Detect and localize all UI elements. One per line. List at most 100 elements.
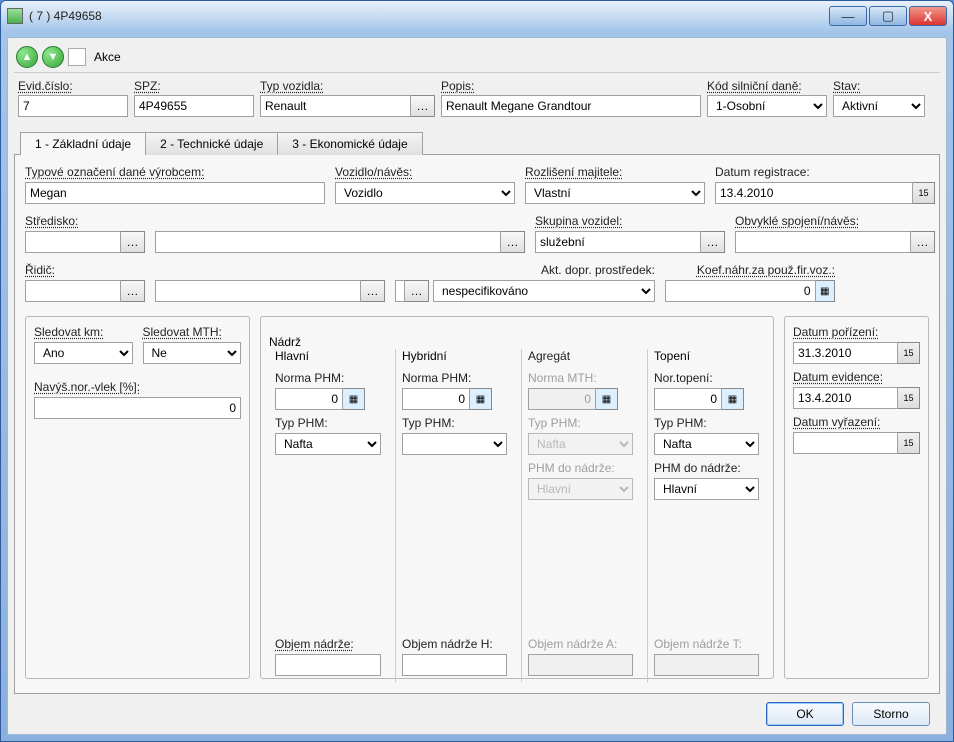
ok-button[interactable]: OK [766, 702, 844, 726]
obvykle-label: Obvyklé spojení/návěs: [735, 214, 935, 228]
ridic-lookup-button[interactable]: … [121, 280, 145, 302]
hlavni-objem-label: Objem nádrže: [275, 637, 381, 651]
typove-field[interactable] [25, 182, 325, 204]
stredisko-lookup-button[interactable]: … [121, 231, 145, 253]
hlavni-objem-field[interactable] [275, 654, 381, 676]
calendar-icon[interactable]: 15 [898, 432, 920, 454]
skupina-lookup-button[interactable]: … [701, 231, 725, 253]
navys-label: Navýš.nor.-vlek [%]: [34, 380, 241, 394]
evid-field[interactable] [18, 95, 128, 117]
aktdopr-label: Akt. dopr. prostředek: [395, 263, 655, 277]
nadrz-topeni-col: Topení Nor.topení: ▦ Typ PHM: Nafta PHM … [647, 349, 765, 682]
sledovat-mth-label: Sledovat MTH: [143, 325, 242, 339]
rozliseni-select[interactable]: Vlastní [525, 182, 705, 204]
obvykle-field[interactable] [735, 231, 911, 253]
app-icon [7, 8, 23, 24]
spz-field[interactable] [134, 95, 254, 117]
hlavni-norma-label: Norma PHM: [275, 371, 381, 385]
skupina-label: Skupina vozidel: [535, 214, 725, 228]
calc-icon[interactable]: ▦ [722, 388, 744, 410]
button-bar: OK Storno [14, 694, 940, 730]
stredisko-text-field[interactable] [155, 231, 501, 253]
hybrid-typ-select[interactable] [402, 433, 507, 455]
content-area: ▲ ▼ Akce Evid.číslo: SPZ: Typ vozidla: … [7, 37, 947, 735]
calendar-icon[interactable]: 15 [898, 342, 920, 364]
typ-label: Typ vozidla: [260, 79, 435, 93]
topeni-typ-select[interactable]: Nafta [654, 433, 759, 455]
titlebar: ( 7 ) 4P49658 — ▢ X [1, 1, 953, 31]
nadrz-agregat-col: Agregát Norma MTH: ▦ Typ PHM: Nafta PHM … [521, 349, 639, 682]
hybrid-typ-label: Typ PHM: [402, 416, 507, 430]
aktdopr-select[interactable]: nespecifikováno [433, 280, 655, 302]
sledovat-mth-select[interactable]: Ne [143, 342, 242, 364]
header-fields: Evid.číslo: SPZ: Typ vozidla: … Popis: K… [14, 79, 940, 117]
aktdopr-code-field[interactable] [395, 280, 405, 302]
agregat-typ-select: Nafta [528, 433, 633, 455]
topeni-objem-field [654, 654, 759, 676]
typove-label: Typové označení dané výrobcem: [25, 165, 325, 179]
calc-icon: ▦ [596, 388, 618, 410]
koef-field[interactable] [665, 280, 816, 302]
stredisko-code-field[interactable] [25, 231, 121, 253]
calc-icon[interactable]: ▦ [816, 280, 835, 302]
tab-zakladni[interactable]: 1 - Základní údaje [20, 132, 146, 155]
topeni-norma-field[interactable] [654, 388, 722, 410]
dan-select[interactable]: 1-Osobní [707, 95, 827, 117]
nadrz-legend: Nádrž [269, 335, 301, 349]
agregat-phmdo-select: Hlavní [528, 478, 633, 500]
nav-up-icon[interactable]: ▲ [16, 46, 38, 68]
evidence-field[interactable] [793, 387, 898, 409]
calc-icon[interactable]: ▦ [470, 388, 492, 410]
nav-down-icon[interactable]: ▼ [42, 46, 64, 68]
ridic-text-field[interactable] [155, 280, 361, 302]
popis-field[interactable] [441, 95, 701, 117]
sledovat-km-select[interactable]: Ano [34, 342, 133, 364]
typ-field[interactable] [260, 95, 411, 117]
aktdopr-lookup-button[interactable]: … [405, 280, 429, 302]
vyrazeni-field[interactable] [793, 432, 898, 454]
stredisko-text-lookup-button[interactable]: … [501, 231, 525, 253]
navys-field[interactable] [34, 397, 241, 419]
agregat-typ-label: Typ PHM: [528, 416, 633, 430]
storno-button[interactable]: Storno [852, 702, 930, 726]
minimize-button[interactable]: — [829, 6, 867, 26]
datreg-field[interactable] [715, 182, 913, 204]
nadrz-topeni-title: Topení [654, 349, 759, 363]
hybrid-norma-field[interactable] [402, 388, 470, 410]
tab-ekonomicke[interactable]: 3 - Ekonomické údaje [277, 132, 422, 155]
tab-technicke[interactable]: 2 - Technické údaje [145, 132, 278, 155]
calendar-icon[interactable]: 15 [913, 182, 935, 204]
calc-icon[interactable]: ▦ [343, 388, 365, 410]
ridic-code-field[interactable] [25, 280, 121, 302]
obvykle-lookup-button[interactable]: … [911, 231, 935, 253]
nadrz-hybrid-title: Hybridní [402, 349, 507, 363]
calendar-icon[interactable]: 15 [898, 387, 920, 409]
hlavni-typ-select[interactable]: Nafta [275, 433, 381, 455]
datreg-label: Datum registrace: [715, 165, 935, 179]
voznaves-select[interactable]: Vozidlo [335, 182, 515, 204]
tabstrip: 1 - Základní údaje 2 - Technické údaje 3… [14, 131, 940, 154]
tracking-group: Sledovat km: Ano Sledovat MTH: Ne Navýš.… [25, 316, 250, 679]
topeni-objem-label: Objem nádrže T: [654, 637, 759, 651]
agregat-objem-field [528, 654, 633, 676]
hybrid-objem-field[interactable] [402, 654, 507, 676]
close-button[interactable]: X [909, 6, 947, 26]
nadrz-hlavni-col: Hlavní Norma PHM: ▦ Typ PHM: Nafta [269, 349, 387, 682]
vyrazeni-label: Datum vyřazení: [793, 415, 920, 429]
typ-lookup-button[interactable]: … [411, 95, 435, 117]
actions-icon[interactable] [68, 48, 86, 66]
topeni-norma-label: Nor.topení: [654, 371, 759, 385]
porizeni-field[interactable] [793, 342, 898, 364]
topeni-phmdo-select[interactable]: Hlavní [654, 478, 759, 500]
stav-select[interactable]: Aktivní [833, 95, 925, 117]
maximize-button[interactable]: ▢ [869, 6, 907, 26]
agregat-phmdo-label: PHM do nádrže: [528, 461, 633, 475]
tab-panel-zakladni: Typové označení dané výrobcem: Vozidlo/n… [14, 154, 940, 694]
agregat-norma-label: Norma MTH: [528, 371, 633, 385]
actions-label[interactable]: Akce [94, 50, 121, 64]
ridic-text-lookup-button[interactable]: … [361, 280, 385, 302]
dan-label: Kód silniční daně: [707, 79, 827, 93]
skupina-field[interactable] [535, 231, 701, 253]
hlavni-norma-field[interactable] [275, 388, 343, 410]
nadrz-hlavni-title: Hlavní [275, 349, 381, 363]
